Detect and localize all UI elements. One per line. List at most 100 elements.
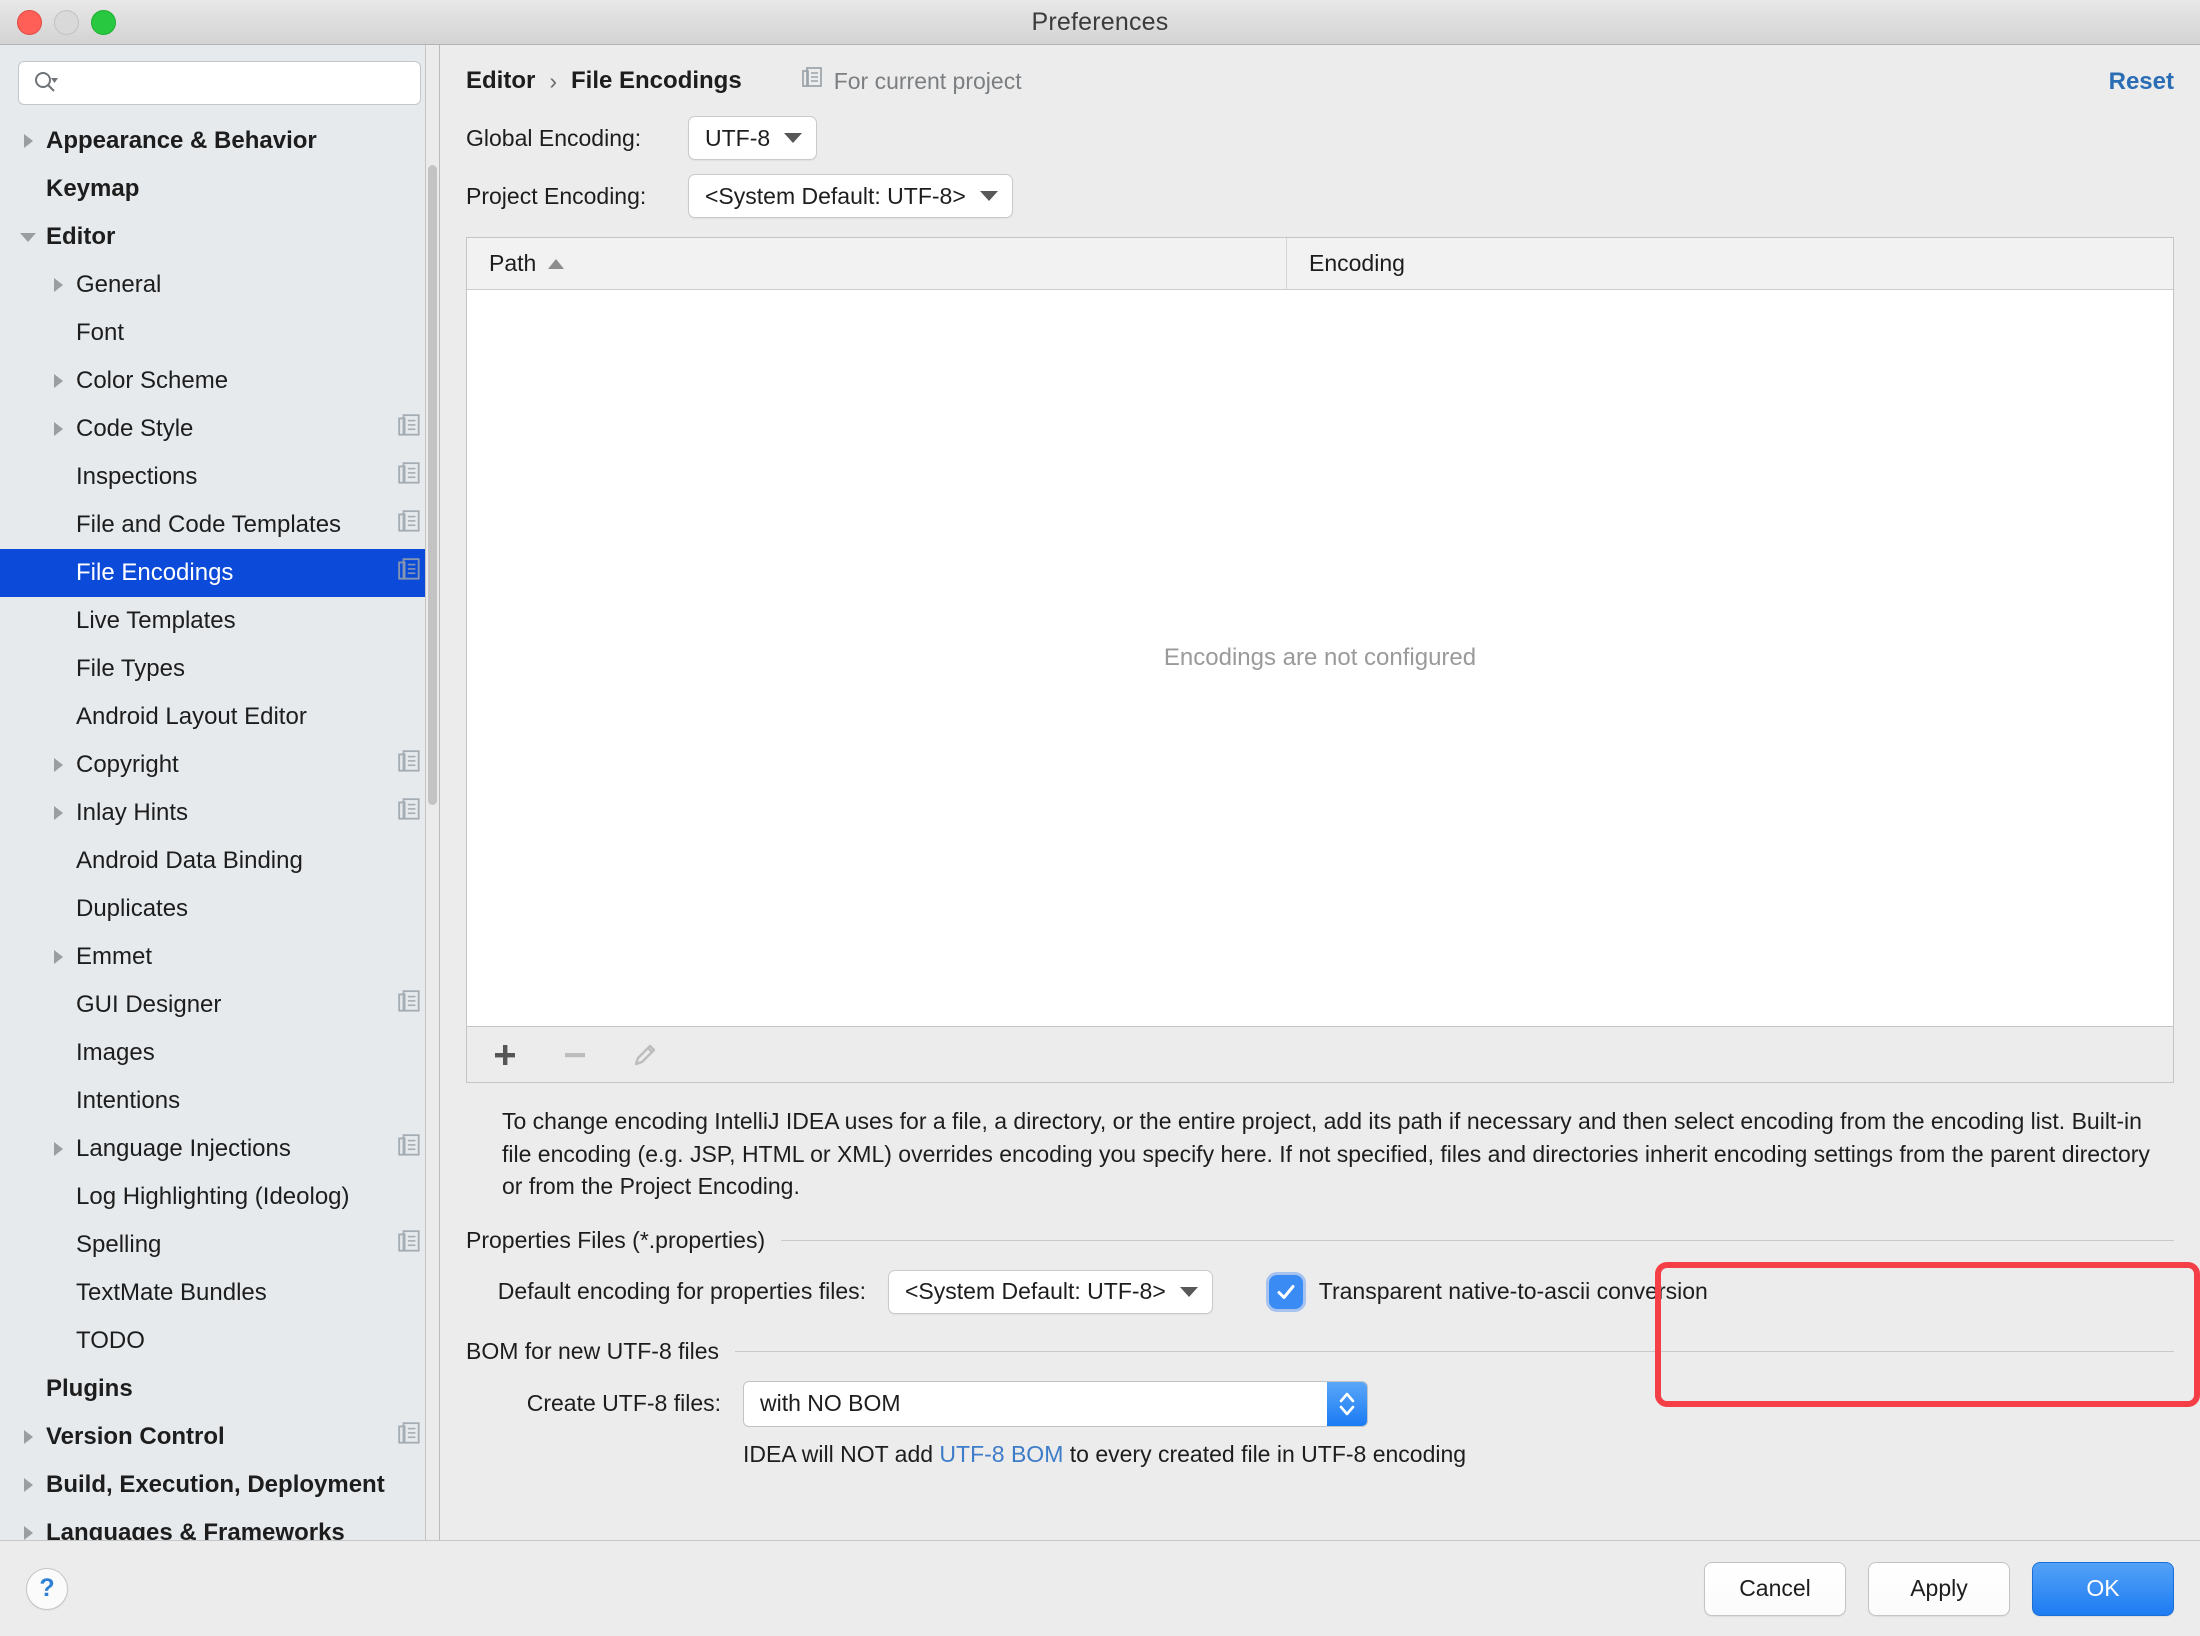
project-encoding-value: <System Default: UTF-8> bbox=[705, 182, 966, 209]
sidebar-item-images[interactable]: Images bbox=[0, 1029, 439, 1077]
sidebar-item-inlay-hints[interactable]: Inlay Hints bbox=[0, 789, 439, 837]
sidebar-item-label: Inspections bbox=[76, 463, 198, 490]
search-input[interactable] bbox=[63, 71, 410, 95]
chevron-right-icon[interactable] bbox=[14, 1478, 42, 1492]
chevron-right-icon[interactable] bbox=[44, 1142, 72, 1156]
search-box[interactable] bbox=[18, 61, 421, 105]
sidebar-scrollbar-thumb[interactable] bbox=[428, 165, 437, 805]
help-button[interactable]: ? bbox=[26, 1567, 68, 1610]
bom-hint-suffix: to every created file in UTF-8 encoding bbox=[1063, 1440, 1467, 1467]
chevron-right-icon[interactable] bbox=[44, 806, 72, 820]
sidebar-item-copyright[interactable]: Copyright bbox=[0, 741, 439, 789]
sidebar-item-appearance-behavior[interactable]: Appearance & Behavior bbox=[0, 117, 439, 165]
sidebar-item-label: Images bbox=[76, 1039, 155, 1066]
sidebar-item-label: File Encodings bbox=[76, 559, 234, 586]
stepper-arrows-icon[interactable] bbox=[1327, 1381, 1367, 1426]
sidebar-item-android-layout-editor[interactable]: Android Layout Editor bbox=[0, 693, 439, 741]
chevron-right-icon[interactable] bbox=[44, 278, 72, 292]
ok-button[interactable]: OK bbox=[2032, 1561, 2174, 1616]
sidebar-item-file-encodings[interactable]: File Encodings bbox=[0, 549, 439, 597]
remove-path-button[interactable] bbox=[553, 1033, 597, 1077]
chevron-down-icon[interactable] bbox=[14, 232, 42, 242]
transparent-native-to-ascii-checkbox[interactable]: Transparent native-to-ascii conversion bbox=[1268, 1274, 1708, 1309]
column-header-path[interactable]: Path bbox=[467, 238, 1287, 289]
table-header: Path Encoding bbox=[467, 238, 2173, 290]
sidebar-item-label: Live Templates bbox=[76, 607, 236, 634]
sidebar-item-code-style[interactable]: Code Style bbox=[0, 405, 439, 453]
checkbox-checked-icon bbox=[1268, 1274, 1303, 1309]
bom-hint: IDEA will NOT add UTF-8 BOM to every cre… bbox=[466, 1441, 2174, 1468]
sidebar-item-spelling[interactable]: Spelling bbox=[0, 1221, 439, 1269]
project-encoding-row: Project Encoding: <System Default: UTF-8… bbox=[466, 167, 2174, 225]
project-encoding-dropdown[interactable]: <System Default: UTF-8> bbox=[688, 174, 1013, 218]
properties-default-encoding-dropdown[interactable]: <System Default: UTF-8> bbox=[888, 1269, 1213, 1314]
add-path-button[interactable] bbox=[483, 1033, 527, 1077]
description-text: To change encoding IntelliJ IDEA uses fo… bbox=[502, 1108, 2150, 1200]
global-encoding-dropdown[interactable]: UTF-8 bbox=[688, 116, 818, 160]
sidebar-item-label: Intentions bbox=[76, 1087, 181, 1114]
sidebar-item-label: Emmet bbox=[76, 943, 153, 970]
project-scope-icon bbox=[397, 749, 423, 782]
sidebar-item-textmate-bundles[interactable]: TextMate Bundles bbox=[0, 1269, 439, 1317]
table-body[interactable]: Encodings are not configured bbox=[467, 290, 2173, 1026]
sidebar-item-live-templates[interactable]: Live Templates bbox=[0, 597, 439, 645]
sidebar-item-language-injections[interactable]: Language Injections bbox=[0, 1125, 439, 1173]
chevron-right-icon[interactable] bbox=[44, 758, 72, 772]
sidebar-item-inspections[interactable]: Inspections bbox=[0, 453, 439, 501]
apply-button[interactable]: Apply bbox=[1868, 1561, 2010, 1616]
reset-link[interactable]: Reset bbox=[2109, 68, 2174, 96]
properties-files-title: Properties Files (*.properties) bbox=[466, 1226, 766, 1253]
utf8-bom-link[interactable]: UTF-8 BOM bbox=[939, 1441, 1063, 1467]
settings-main-panel: Editor › File Encodings For current proj… bbox=[440, 45, 2200, 1540]
sidebar-item-languages-frameworks[interactable]: Languages & Frameworks bbox=[0, 1509, 439, 1540]
project-scope-icon bbox=[397, 413, 423, 446]
sidebar-item-gui-designer[interactable]: GUI Designer bbox=[0, 981, 439, 1029]
sidebar-item-android-data-binding[interactable]: Android Data Binding bbox=[0, 837, 439, 885]
chevron-right-icon[interactable] bbox=[14, 134, 42, 148]
sidebar-item-font[interactable]: Font bbox=[0, 309, 439, 357]
project-encoding-label: Project Encoding: bbox=[466, 182, 647, 209]
sidebar-item-color-scheme[interactable]: Color Scheme bbox=[0, 357, 439, 405]
sidebar-item-duplicates[interactable]: Duplicates bbox=[0, 885, 439, 933]
sidebar-item-file-types[interactable]: File Types bbox=[0, 645, 439, 693]
sidebar-item-plugins[interactable]: Plugins bbox=[0, 1365, 439, 1413]
page-title: File Encodings bbox=[571, 67, 742, 94]
column-header-encoding[interactable]: Encoding bbox=[1287, 238, 2173, 289]
sidebar-item-log-highlighting-ideolog[interactable]: Log Highlighting (Ideolog) bbox=[0, 1173, 439, 1221]
sidebar-item-general[interactable]: General bbox=[0, 261, 439, 309]
table-toolbar bbox=[466, 1027, 2174, 1083]
project-scope-icon bbox=[397, 797, 423, 830]
search-icon bbox=[33, 70, 59, 96]
sidebar-item-file-and-code-templates[interactable]: File and Code Templates bbox=[0, 501, 439, 549]
chevron-right-icon[interactable] bbox=[44, 374, 72, 388]
sidebar-item-label: Inlay Hints bbox=[76, 799, 189, 826]
sidebar-item-version-control[interactable]: Version Control bbox=[0, 1413, 439, 1461]
chevron-right-icon[interactable] bbox=[14, 1526, 42, 1540]
properties-default-encoding-row: Default encoding for properties files: <… bbox=[466, 1269, 2174, 1314]
sidebar-item-label: Build, Execution, Deployment bbox=[46, 1471, 385, 1498]
breadcrumb-parent[interactable]: Editor bbox=[466, 67, 535, 95]
cancel-button[interactable]: Cancel bbox=[1704, 1561, 1846, 1616]
section-divider bbox=[781, 1239, 2174, 1241]
create-utf8-files-value: with NO BOM bbox=[760, 1390, 901, 1417]
sidebar-item-keymap[interactable]: Keymap bbox=[0, 165, 439, 213]
properties-default-encoding-value: <System Default: UTF-8> bbox=[905, 1278, 1166, 1305]
sidebar-item-label: Plugins bbox=[46, 1375, 133, 1402]
chevron-right-icon[interactable] bbox=[44, 422, 72, 436]
create-utf8-files-stepper[interactable]: with NO BOM bbox=[743, 1380, 1368, 1427]
sidebar-scrollbar-track[interactable] bbox=[425, 45, 439, 1540]
sidebar-item-label: TextMate Bundles bbox=[76, 1279, 267, 1306]
sidebar-item-build-execution-deployment[interactable]: Build, Execution, Deployment bbox=[0, 1461, 439, 1509]
sidebar-search-wrap bbox=[0, 45, 439, 105]
properties-files-section: Properties Files (*.properties) Default … bbox=[466, 1227, 2174, 1314]
chevron-right-icon[interactable] bbox=[44, 950, 72, 964]
sidebar-item-intentions[interactable]: Intentions bbox=[0, 1077, 439, 1125]
chevron-right-icon[interactable] bbox=[14, 1430, 42, 1444]
project-scope-icon bbox=[397, 557, 423, 590]
sidebar-item-editor[interactable]: Editor bbox=[0, 213, 439, 261]
sidebar-item-emmet[interactable]: Emmet bbox=[0, 933, 439, 981]
sidebar-item-todo[interactable]: TODO bbox=[0, 1317, 439, 1365]
edit-path-button[interactable] bbox=[623, 1033, 667, 1077]
properties-default-encoding-label: Default encoding for properties files: bbox=[497, 1278, 866, 1305]
bom-section-header: BOM for new UTF-8 files bbox=[466, 1338, 2174, 1365]
